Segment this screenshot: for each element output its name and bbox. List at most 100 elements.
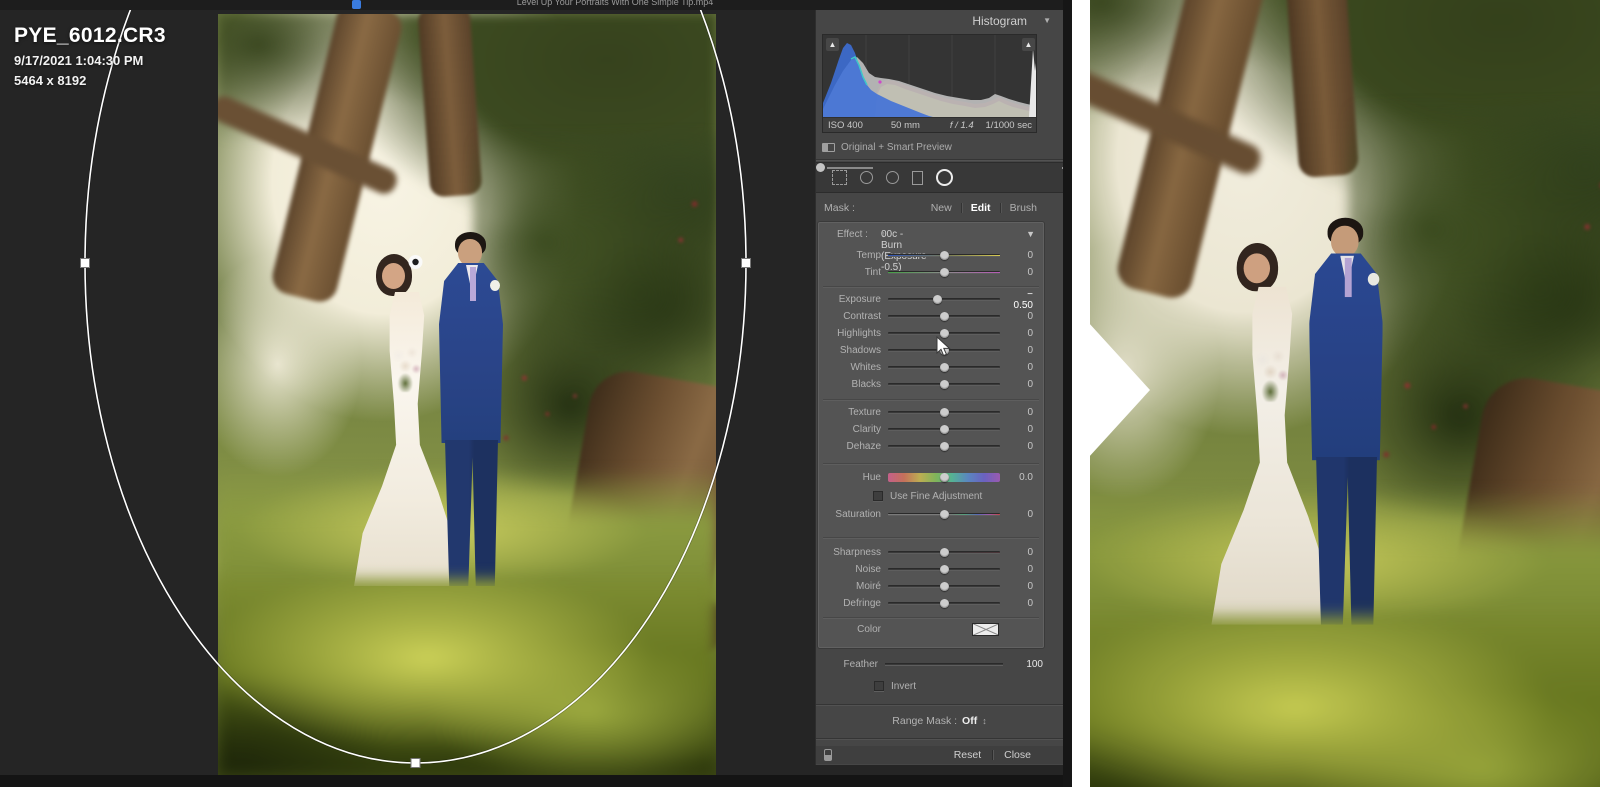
slider-value: 0: [1027, 407, 1033, 418]
slider-thumb[interactable]: [939, 268, 949, 277]
panel-switch-icon[interactable]: [824, 749, 832, 761]
slider-track[interactable]: [888, 582, 1000, 591]
graduated-filter-tool-icon[interactable]: [912, 170, 923, 185]
feather-row: Feather 100: [816, 656, 1063, 673]
slider-value: 0: [1027, 581, 1033, 592]
invert-checkbox[interactable]: [874, 681, 884, 691]
divider: [999, 202, 1001, 213]
feather-value: 100: [1026, 659, 1043, 670]
histogram-header[interactable]: Histogram ▼: [816, 12, 1063, 29]
slider-label: Moiré: [855, 581, 881, 592]
photo-dimensions: 5464 x 8192: [14, 73, 87, 88]
slider-thumb[interactable]: [939, 548, 949, 557]
slider-value: 0: [1027, 311, 1033, 322]
divider-band: [1072, 0, 1090, 787]
slider-label: Sharpness: [833, 547, 881, 558]
lightroom-window: PYE_6012.CR3 9/17/2021 1:04:30 PM 5464 x…: [0, 10, 1063, 775]
slider-track[interactable]: [888, 408, 1000, 417]
slider-noise: Noise 0: [819, 561, 1043, 578]
iso-value: ISO 400: [828, 119, 863, 131]
mask-option-edit[interactable]: Edit: [971, 202, 991, 214]
slider-thumb[interactable]: [939, 380, 949, 389]
effect-preset-dropdown[interactable]: 00c - Burn (Exposure -0.5) ↕: [881, 229, 927, 273]
radial-filter-handle-right[interactable]: [741, 258, 751, 268]
slider-thumb[interactable]: [939, 425, 949, 434]
slider-whites: Whites 0: [819, 359, 1043, 376]
shutter-speed-value: 1/1000 sec: [985, 119, 1032, 131]
checkbox[interactable]: [873, 491, 883, 501]
range-mask-value[interactable]: Off: [962, 715, 977, 727]
white-balance-sliders: Temp 0 Tint 0: [819, 247, 1043, 281]
mask-row: Mask : New Edit Brush: [816, 198, 1063, 217]
slider-thumb[interactable]: [939, 582, 949, 591]
slider-hue: Hue 0.0: [819, 469, 1043, 486]
mask-option-brush[interactable]: Brush: [1010, 202, 1037, 214]
slider-track[interactable]: [888, 442, 1000, 451]
slider-dehaze: Dehaze 0: [819, 438, 1043, 455]
slider-thumb[interactable]: [939, 312, 949, 321]
slider-track[interactable]: [888, 510, 1000, 519]
slider-track[interactable]: [888, 380, 1000, 389]
photo-after: [1090, 0, 1600, 787]
close-button[interactable]: Close: [1004, 749, 1031, 761]
slider-track[interactable]: [888, 363, 1000, 372]
divider: [992, 750, 994, 760]
effect-panel: Effect : 00c - Burn (Exposure -0.5) ↕ ▼ …: [818, 222, 1044, 648]
checkbox-row-use-fine-adjustment: Use Fine Adjustment: [819, 486, 1043, 506]
slider-label: Temp: [856, 250, 881, 261]
radial-filter-tool-icon[interactable]: [936, 169, 953, 186]
reset-button[interactable]: Reset: [954, 749, 981, 761]
spot-removal-tool-icon[interactable]: [860, 171, 873, 184]
slider-thumb[interactable]: [939, 363, 949, 372]
histogram-box[interactable]: ▲ ▲ ISO 400 50 mm f / 1.4 1/1000 sec: [822, 34, 1037, 133]
highlight-clipping-indicator[interactable]: ▲: [1022, 38, 1035, 51]
histogram-graph: [823, 35, 1036, 117]
slider-thumb[interactable]: [939, 442, 949, 451]
slider-thumb[interactable]: [939, 408, 949, 417]
slider-thumb[interactable]: [939, 565, 949, 574]
slider-exposure: Exposure − 0.50: [819, 289, 1043, 311]
slider-thumb[interactable]: [939, 251, 949, 260]
collapse-triangle-icon[interactable]: ▼: [1043, 16, 1051, 25]
divider: [823, 617, 1039, 618]
hue-saturation-sliders: Hue 0.0 Use Fine Adjustment Saturation 0: [819, 469, 1043, 523]
photo-before[interactable]: [218, 14, 716, 775]
slider-thumb[interactable]: [932, 295, 942, 304]
slider-track[interactable]: [888, 473, 1000, 482]
slider-label: Shadows: [839, 345, 881, 356]
color-label: Color: [857, 623, 881, 635]
tone-sliders: Exposure − 0.50 Contrast 0 Highlights 0 Shadow…: [819, 289, 1043, 393]
panel-collapse-icon[interactable]: ▼: [1026, 229, 1035, 239]
mouse-cursor: [936, 336, 951, 357]
slider-track[interactable]: [888, 251, 1000, 260]
slider-track[interactable]: [888, 295, 1000, 304]
slider-track[interactable]: [888, 268, 1000, 277]
slider-track[interactable]: [888, 425, 1000, 434]
crop-tool-icon[interactable]: [832, 170, 847, 185]
slider-track[interactable]: [888, 565, 1000, 574]
mask-option-new[interactable]: New: [931, 202, 952, 214]
slider-thumb[interactable]: [939, 473, 949, 482]
slider-thumb[interactable]: [939, 510, 949, 519]
shadow-clipping-indicator[interactable]: ▲: [826, 38, 839, 51]
slider-track[interactable]: [888, 312, 1000, 321]
slider-highlights: Highlights 0: [819, 325, 1043, 342]
color-swatch[interactable]: [972, 622, 999, 636]
divider: [823, 286, 1039, 287]
adjustment-brush-tool-icon[interactable]: [966, 173, 1024, 182]
slider-texture: Texture 0: [819, 404, 1043, 421]
slider-value: 0: [1027, 598, 1033, 609]
slider-thumb[interactable]: [939, 599, 949, 608]
feather-track[interactable]: [885, 663, 1003, 666]
slider-value: 0: [1027, 379, 1033, 390]
slider-track[interactable]: [888, 548, 1000, 557]
slider-track[interactable]: [888, 329, 1000, 338]
radial-filter-handle-left[interactable]: [80, 258, 90, 268]
slider-value: 0: [1027, 345, 1033, 356]
mask-label: Mask :: [824, 201, 855, 214]
red-eye-tool-icon[interactable]: [886, 171, 899, 184]
divider: [816, 704, 1063, 705]
slider-track[interactable]: [888, 599, 1000, 608]
checkbox-label: Use Fine Adjustment: [890, 490, 983, 502]
video-title: Level Up Your Portraits With One Simple …: [516, 0, 714, 7]
